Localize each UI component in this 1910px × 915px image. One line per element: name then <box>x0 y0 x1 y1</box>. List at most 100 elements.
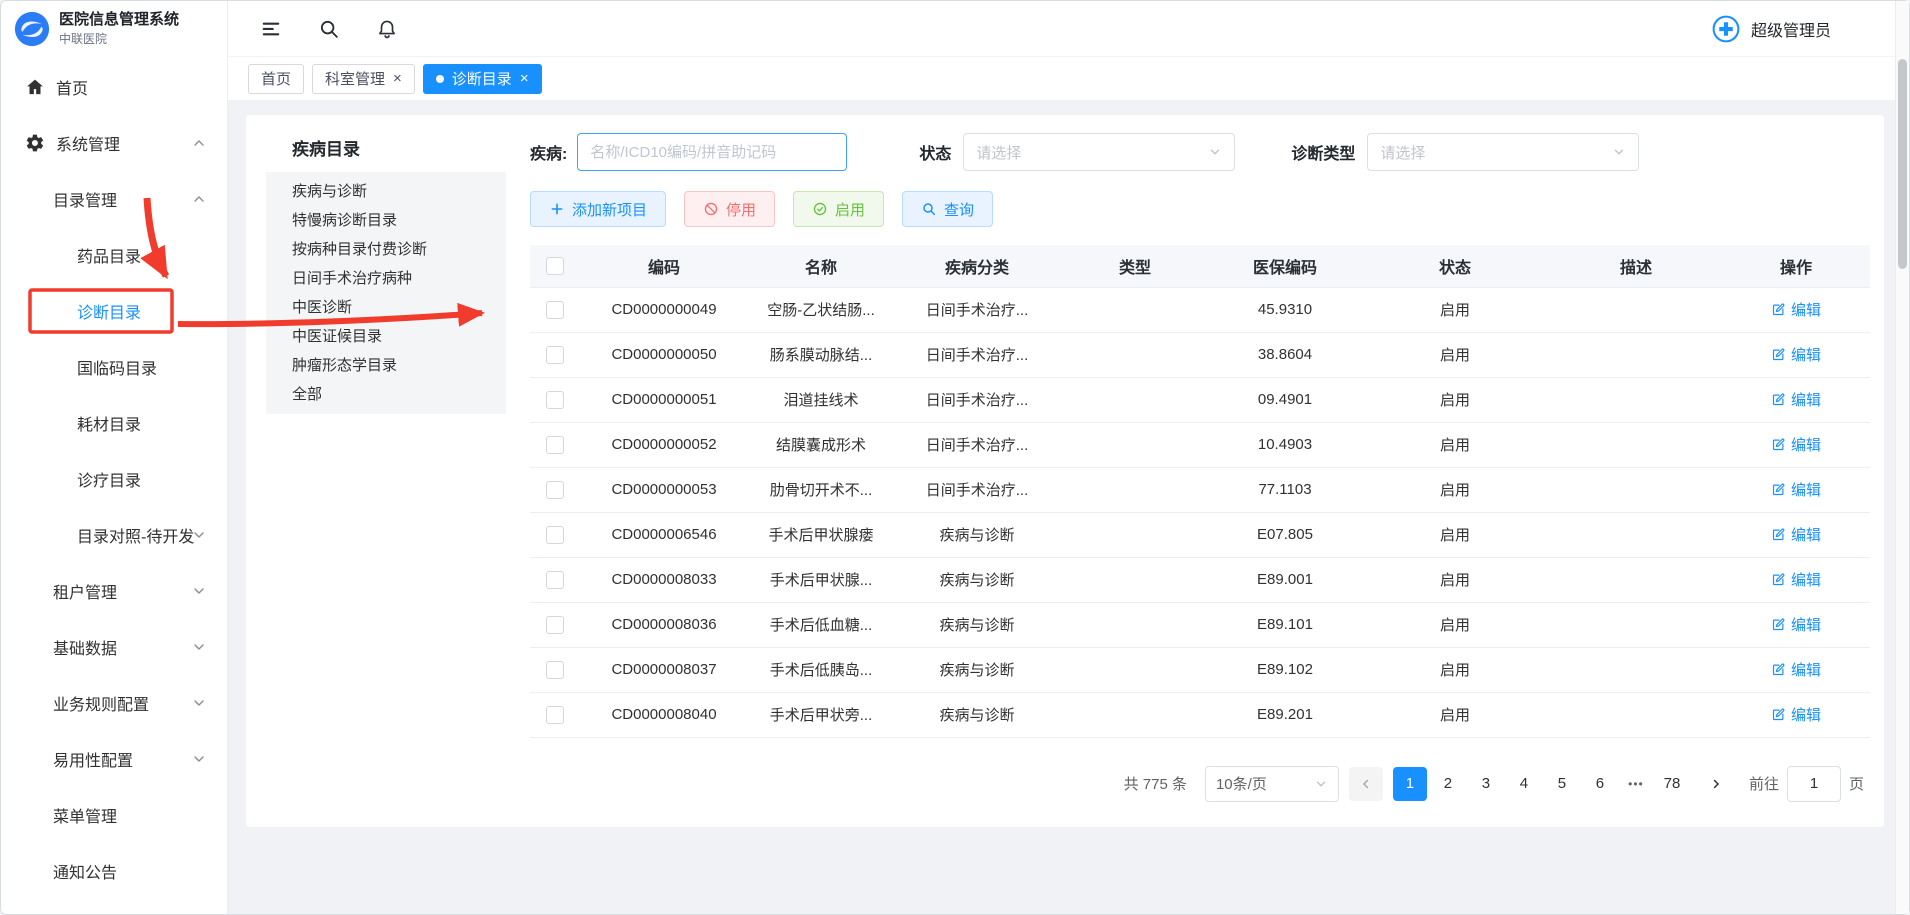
tree-item-特慢病诊断目录[interactable]: 特慢病诊断目录 <box>266 206 506 235</box>
edit-button[interactable]: 编辑 <box>1771 344 1821 365</box>
sidebar-item-label: 基础数据 <box>53 635 117 659</box>
edit-button[interactable]: 编辑 <box>1771 524 1821 545</box>
tree-item-全部[interactable]: 全部 <box>266 380 506 409</box>
cell-insurance_code: E89.101 <box>1210 602 1360 647</box>
pagination: 共 775 条 10条/页 123456•••78 <box>530 766 1864 802</box>
cell-type <box>1060 512 1210 557</box>
row-checkbox[interactable] <box>546 301 564 319</box>
page-number-6[interactable]: 6 <box>1583 767 1617 801</box>
sidebar-menu: 首页系统管理目录管理药品目录诊断目录国临码目录耗材目录诊疗目录目录对照-待开发租… <box>1 57 227 899</box>
more-pages-icon[interactable]: ••• <box>1621 777 1651 791</box>
chevron-up-icon <box>191 191 207 207</box>
tree-item-疾病与诊断[interactable]: 疾病与诊断 <box>266 177 506 206</box>
goto-page-input[interactable] <box>1787 766 1841 802</box>
page-number-4[interactable]: 4 <box>1507 767 1541 801</box>
app-logo-icon <box>13 10 51 48</box>
page-size-select[interactable]: 10条/页 <box>1205 766 1339 802</box>
row-checkbox[interactable] <box>546 571 564 589</box>
tree-item-按病种目录付费诊断[interactable]: 按病种目录付费诊断 <box>266 235 506 264</box>
close-tab-icon[interactable]: × <box>393 71 402 86</box>
search-icon[interactable] <box>318 18 340 40</box>
row-checkbox[interactable] <box>546 481 564 499</box>
close-tab-icon[interactable]: × <box>520 71 529 86</box>
edit-button[interactable]: 编辑 <box>1771 614 1821 635</box>
row-checkbox[interactable] <box>546 706 564 724</box>
tab-label: 首页 <box>261 68 291 89</box>
sidebar-item-catalog-management[interactable]: 目录管理 <box>1 171 227 227</box>
sidebar-item-home[interactable]: 首页 <box>1 59 227 115</box>
topbar: 超级管理员 <box>228 1 1909 57</box>
sidebar-item-national-code-catalog[interactable]: 国临码目录 <box>1 339 227 395</box>
edit-button[interactable]: 编辑 <box>1771 389 1821 410</box>
table-row: CD0000006546手术后甲状腺瘘疾病与诊断E07.805启用编辑 <box>530 512 1870 557</box>
edit-button[interactable]: 编辑 <box>1771 479 1821 500</box>
sidebar-item-system-management[interactable]: 系统管理 <box>1 115 227 171</box>
tab-诊断目录[interactable]: 诊断目录× <box>423 64 542 94</box>
sidebar-item-treatment-catalog[interactable]: 诊疗目录 <box>1 451 227 507</box>
sidebar-item-drug-catalog[interactable]: 药品目录 <box>1 227 227 283</box>
tree-item-中医证候目录[interactable]: 中医证候目录 <box>266 322 506 351</box>
page-scrollbar[interactable] <box>1895 1 1909 914</box>
cell-category: 日间手术治疗... <box>894 422 1060 467</box>
enable-button[interactable]: 启用 <box>793 191 884 227</box>
admin-name[interactable]: 超级管理员 <box>1751 17 1831 41</box>
diagnosis-type-select[interactable]: 请选择 <box>1367 133 1639 171</box>
edit-label: 编辑 <box>1791 614 1821 635</box>
edit-button[interactable]: 编辑 <box>1771 434 1821 455</box>
cell-description <box>1550 467 1722 512</box>
row-checkbox[interactable] <box>546 346 564 364</box>
sidebar-item-tenant-management[interactable]: 租户管理 <box>1 563 227 619</box>
edit-button[interactable]: 编辑 <box>1771 299 1821 320</box>
diagnosis-panel: 疾病: 状态 请选择 诊断类型 请选择 <box>530 133 1864 827</box>
cell-type <box>1060 647 1210 692</box>
sidebar-item-notice[interactable]: 通知公告 <box>1 843 227 899</box>
tab-首页[interactable]: 首页 <box>248 64 304 94</box>
edit-label: 编辑 <box>1791 344 1821 365</box>
add-item-button[interactable]: 添加新项目 <box>530 191 666 227</box>
disable-button[interactable]: 停用 <box>684 191 775 227</box>
page-number-1[interactable]: 1 <box>1393 767 1427 801</box>
row-checkbox[interactable] <box>546 526 564 544</box>
cell-category: 疾病与诊断 <box>894 692 1060 737</box>
tree-item-肿瘤形态学目录[interactable]: 肿瘤形态学目录 <box>266 351 506 380</box>
sidebar-item-label: 易用性配置 <box>53 747 133 771</box>
page-number-78[interactable]: 78 <box>1655 767 1689 801</box>
edit-button[interactable]: 编辑 <box>1771 659 1821 680</box>
sidebar-item-basic-data[interactable]: 基础数据 <box>1 619 227 675</box>
sidebar-item-menu-management[interactable]: 菜单管理 <box>1 787 227 843</box>
cell-description <box>1550 557 1722 602</box>
cell-status: 启用 <box>1360 287 1550 332</box>
collapse-menu-icon[interactable] <box>260 18 282 40</box>
sidebar-item-consumable-catalog[interactable]: 耗材目录 <box>1 395 227 451</box>
page-number-3[interactable]: 3 <box>1469 767 1503 801</box>
tree-item-中医诊断[interactable]: 中医诊断 <box>266 293 506 322</box>
sidebar-item-catalog-compare[interactable]: 目录对照-待开发 <box>1 507 227 563</box>
select-all-checkbox[interactable] <box>546 257 564 275</box>
sidebar-item-usability-config[interactable]: 易用性配置 <box>1 731 227 787</box>
query-button[interactable]: 查询 <box>902 191 993 227</box>
sidebar-item-label: 目录管理 <box>53 187 117 211</box>
sidebar-item-business-rules[interactable]: 业务规则配置 <box>1 675 227 731</box>
edit-button[interactable]: 编辑 <box>1771 704 1821 725</box>
status-select[interactable]: 请选择 <box>963 133 1235 171</box>
row-checkbox[interactable] <box>546 436 564 454</box>
page-number-5[interactable]: 5 <box>1545 767 1579 801</box>
chevron-down-icon <box>191 527 207 543</box>
prev-page-button[interactable] <box>1349 767 1383 801</box>
tree-item-日间手术治疗病种[interactable]: 日间手术治疗病种 <box>266 264 506 293</box>
row-checkbox[interactable] <box>546 616 564 634</box>
scrollbar-thumb[interactable] <box>1898 59 1907 269</box>
next-page-button[interactable] <box>1699 767 1733 801</box>
cell-description <box>1550 332 1722 377</box>
edit-button[interactable]: 编辑 <box>1771 569 1821 590</box>
tab-科室管理[interactable]: 科室管理× <box>312 64 415 94</box>
medical-cross-icon[interactable] <box>1711 14 1741 44</box>
row-checkbox[interactable] <box>546 661 564 679</box>
row-checkbox[interactable] <box>546 391 564 409</box>
bell-icon[interactable] <box>376 18 398 40</box>
disease-search-input[interactable] <box>577 133 847 171</box>
cell-category: 疾病与诊断 <box>894 602 1060 647</box>
page-number-2[interactable]: 2 <box>1431 767 1465 801</box>
sidebar-item-diagnosis-catalog[interactable]: 诊断目录 <box>1 283 227 339</box>
status-label: 状态 <box>919 140 951 164</box>
